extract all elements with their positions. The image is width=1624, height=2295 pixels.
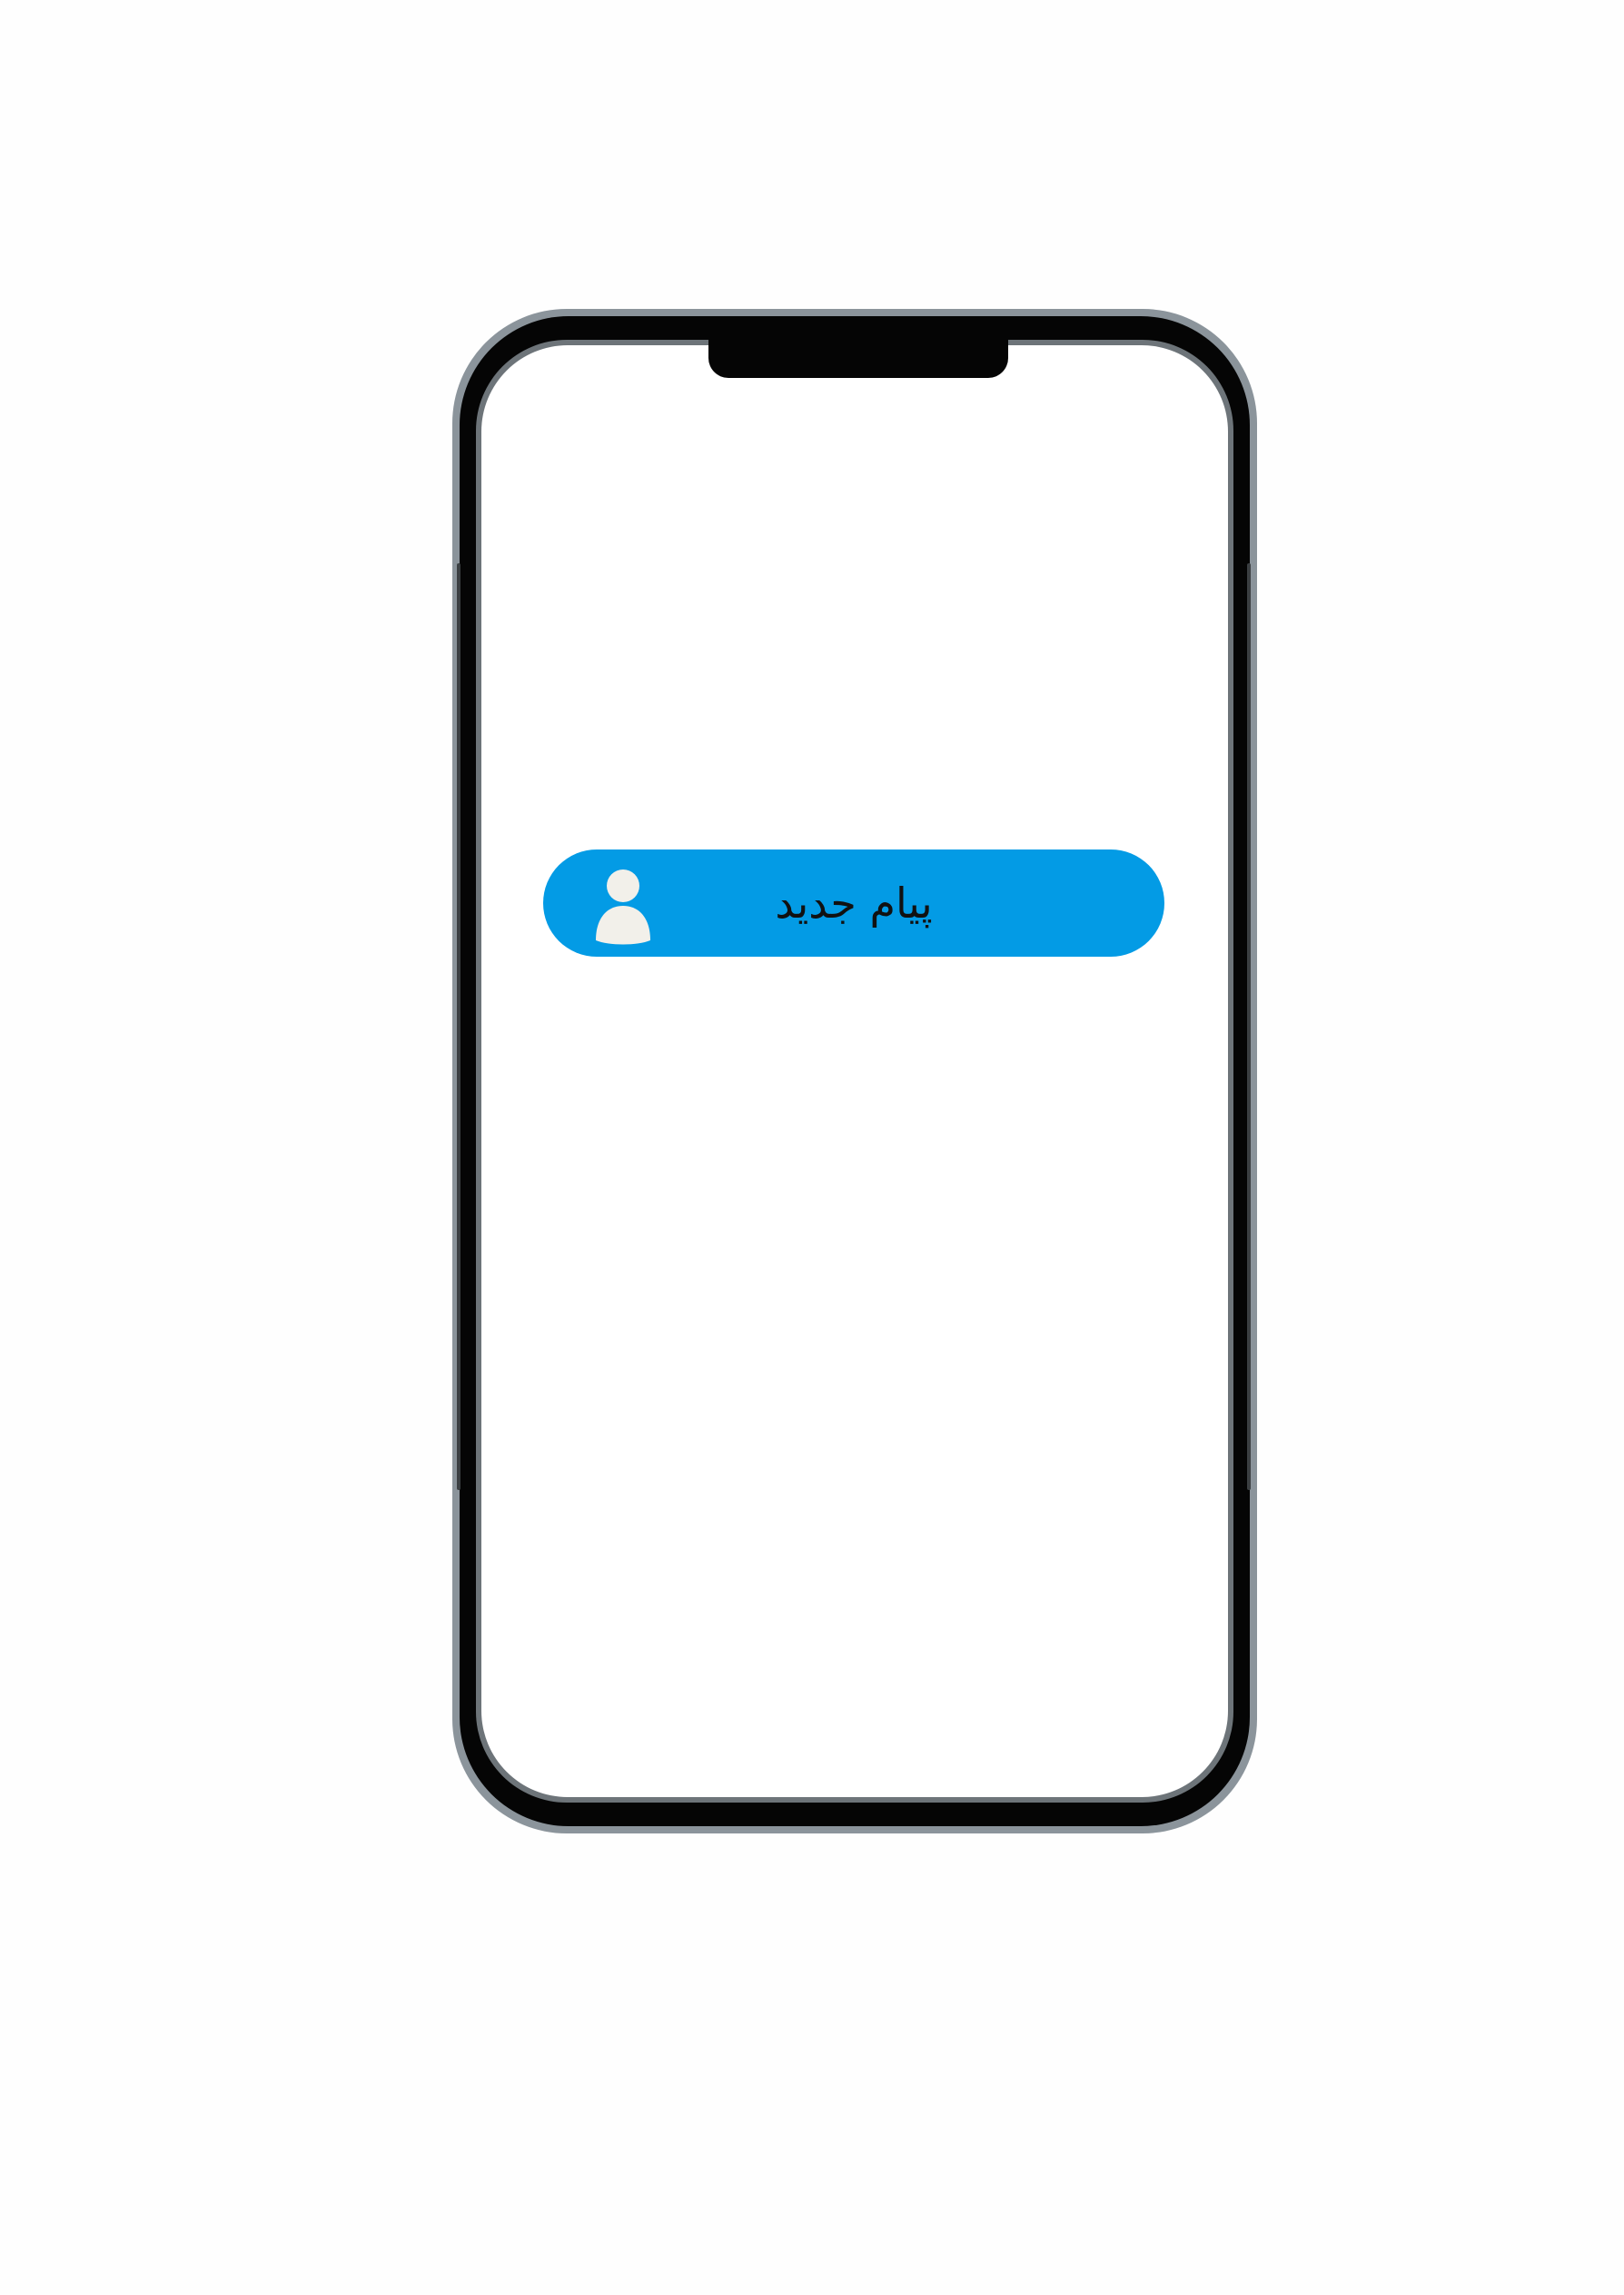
- stage: پیام جدید: [0, 0, 1624, 2295]
- phone-side-edge-right: [1247, 563, 1251, 1490]
- phone-notch: [708, 338, 1008, 378]
- notification-text: پیام جدید: [775, 879, 933, 928]
- new-message-notification[interactable]: پیام جدید: [543, 849, 1164, 957]
- user-avatar-icon: [596, 869, 650, 945]
- phone-screen: [481, 345, 1228, 1797]
- phone-side-edge-left: [457, 563, 460, 1490]
